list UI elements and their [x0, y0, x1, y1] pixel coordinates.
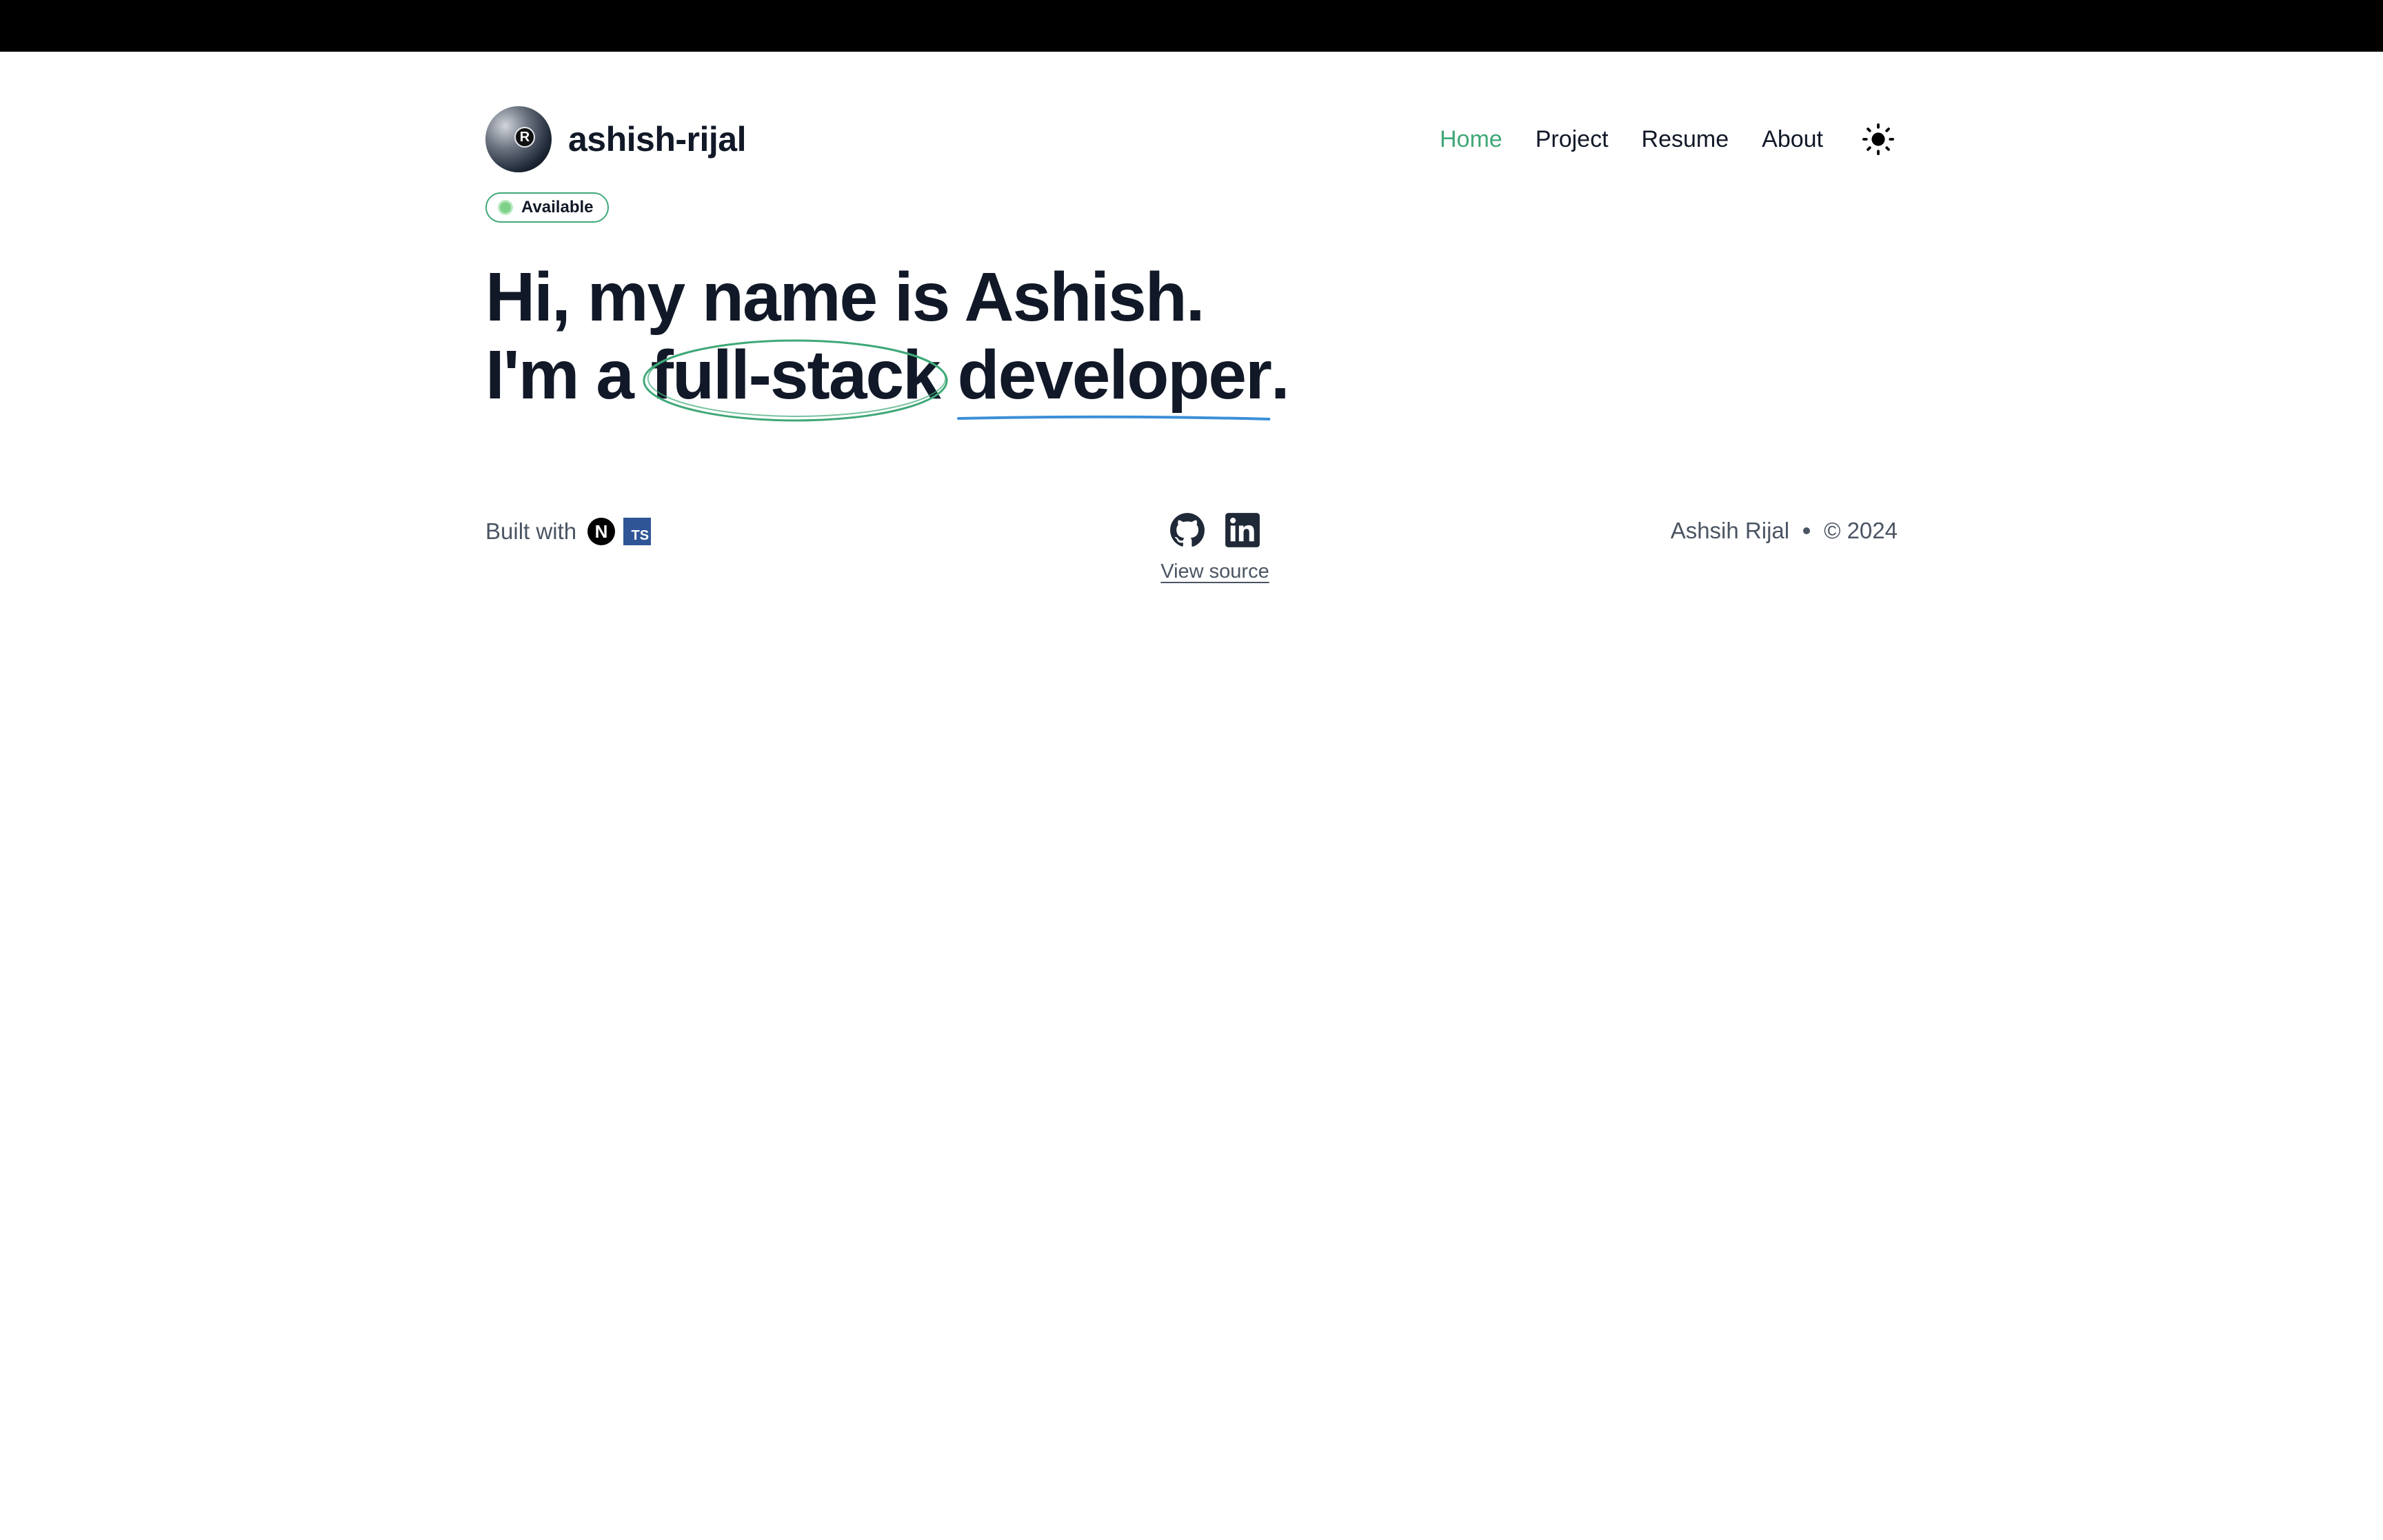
github-icon[interactable] [1169, 512, 1205, 548]
theme-toggle-button[interactable] [1859, 120, 1898, 159]
avatar: R [485, 106, 552, 172]
avatar-letter: R [514, 127, 535, 148]
nextjs-icon[interactable]: N [587, 518, 616, 545]
nav-project[interactable]: Project [1536, 126, 1609, 153]
built-with: Built with N TS [485, 518, 652, 545]
nav-about[interactable]: About [1762, 126, 1823, 153]
typescript-icon[interactable]: TS [623, 518, 652, 545]
hero-suffix: . [1270, 336, 1290, 414]
status-badge-label: Available [521, 198, 594, 216]
view-source-link[interactable]: View source [1160, 560, 1269, 583]
site-header: R ashish-rijal Home Project Resume About [485, 52, 1898, 223]
nav-home[interactable]: Home [1440, 126, 1502, 153]
hero-circled-word: full-stack [643, 336, 948, 422]
brand[interactable]: R ashish-rijal [485, 106, 747, 172]
copyright-year: © 2024 [1824, 518, 1898, 543]
social-links: View source [1146, 509, 1284, 583]
hero-prefix: I'm a [485, 336, 651, 414]
sun-icon [1862, 123, 1894, 155]
brand-name: ashish-rijal [568, 120, 747, 159]
hero-heading: Hi, my name is Ashish. I'm a full-stack … [485, 259, 1290, 422]
underline-highlight [957, 415, 1271, 421]
site-footer: Built with N TS View source Ashsih Rijal… [485, 509, 1898, 647]
built-with-label: Built with [485, 518, 577, 544]
hero-line-1: Hi, my name is Ashish. [485, 259, 1205, 336]
main-nav: Home Project Resume About [1407, 122, 1898, 156]
browser-top-bar [0, 0, 2383, 52]
status-dot-icon [498, 200, 513, 215]
social-icons [1146, 509, 1284, 551]
author-name: Ashsih Rijal [1670, 518, 1790, 543]
dot-separator [1803, 527, 1811, 534]
page-container: R ashish-rijal Home Project Resume About [485, 52, 1898, 582]
copyright: Ashsih Rijal © 2024 [1671, 518, 1898, 544]
status-badge: Available [485, 192, 609, 223]
hero-line-2: I'm a full-stack developer . [485, 336, 1290, 422]
linkedin-icon[interactable] [1225, 512, 1260, 548]
nav-resume[interactable]: Resume [1642, 126, 1729, 153]
hero-underlined-word: developer [957, 336, 1272, 421]
